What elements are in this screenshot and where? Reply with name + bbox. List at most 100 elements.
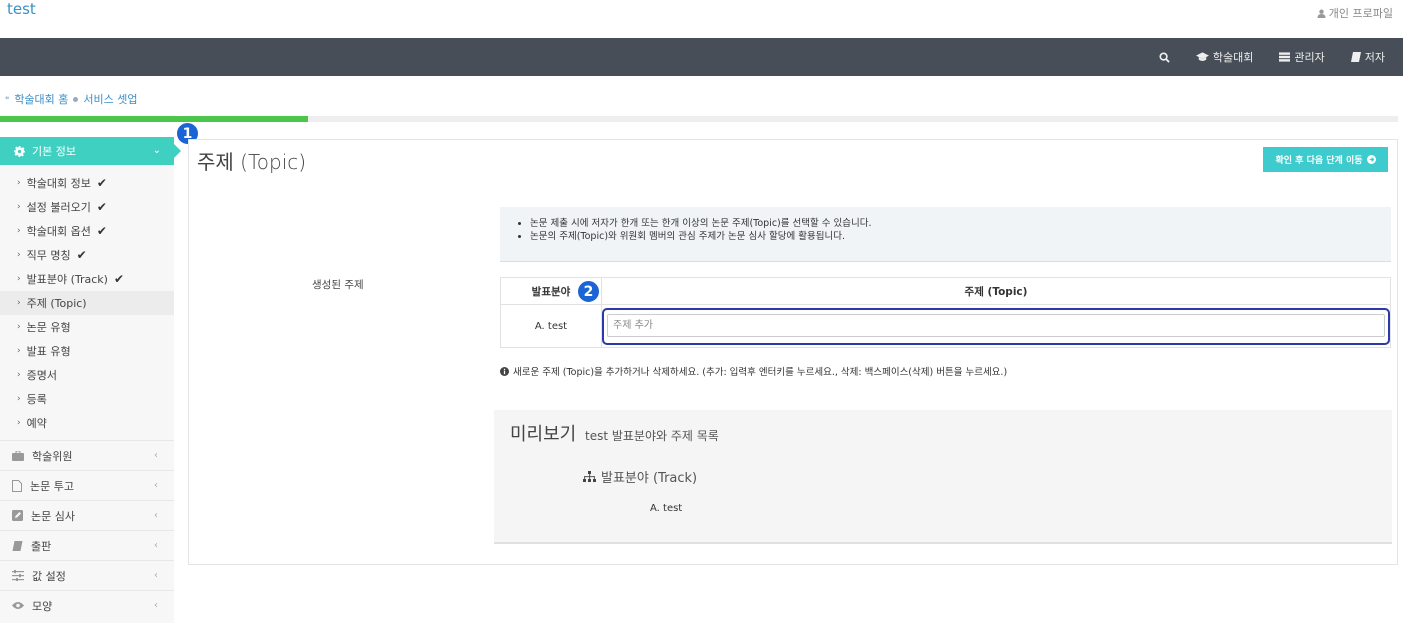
sidebar-group-submission[interactable]: 논문 투고 ‹	[0, 470, 174, 500]
sidebar-group-appearance[interactable]: 모양 ‹	[0, 590, 174, 620]
chevron-right-icon: ›	[17, 322, 21, 332]
step-badge-2: 2	[577, 280, 600, 303]
breadcrumb-home[interactable]: 학술대회 홈	[14, 91, 68, 107]
sidebar-item-label: 설정 불러오기	[26, 201, 91, 214]
sidebar-group-value-settings[interactable]: 값 설정 ‹	[0, 560, 174, 590]
check-icon: ✔	[113, 272, 125, 286]
chevron-left-icon: ‹	[154, 510, 158, 521]
sidebar-item-label: 학술대회 정보	[26, 177, 91, 190]
sidebar-item-label: 예약	[26, 417, 47, 430]
check-icon: ✔	[96, 224, 107, 238]
sidebar-item-label: 증명서	[26, 369, 57, 382]
nav-conference[interactable]: 학술대회	[1195, 49, 1253, 65]
sidebar-group-label: 모양	[32, 599, 53, 613]
sidebar-group-committee[interactable]: 학술위원 ‹	[0, 440, 174, 470]
sidebar-item-label: 발표 유형	[26, 345, 71, 358]
created-topics-label: 생성된 주제	[312, 279, 364, 291]
sidebar-group-label: 학술위원	[32, 449, 73, 463]
sidebar-item-label: 주제 (Topic)	[26, 297, 87, 310]
breadcrumb-separator	[73, 96, 79, 102]
next-step-button[interactable]: 확인 후 다음 단계 이동	[1263, 147, 1388, 172]
check-icon: ✔	[96, 176, 107, 190]
sidebar-group-label: 출판	[31, 539, 52, 553]
sliders-icon	[12, 570, 24, 581]
info-line: 논문 제출 시에 저자가 한개 또는 한개 이상의 논문 주제(Topic)를 …	[530, 217, 1391, 230]
breadcrumb: ❝ 학술대회 홈 서비스 셋업	[5, 91, 138, 107]
sidebar-group-label: 논문 심사	[31, 509, 75, 523]
preview-track-heading: 발표분야 (Track)	[583, 467, 697, 486]
column-header-topic: 주제 (Topic)	[964, 285, 1028, 298]
check-icon: ✔	[96, 200, 107, 214]
sidebar-group-publication[interactable]: 출판 ‹	[0, 530, 174, 560]
preview-title: 미리보기 test 발표분야와 주제 목록	[510, 420, 719, 446]
sidebar-group-label: 논문 투고	[30, 479, 74, 493]
nav-author[interactable]: 저자	[1350, 49, 1385, 65]
file-icon	[12, 479, 22, 492]
arrow-circle-right-icon	[1366, 155, 1376, 164]
help-text-label: 새로운 주제 (Topic)을 추가하거나 삭제하세요. (추가: 입력후 엔터…	[513, 367, 1008, 378]
sidebar-item-presentation-type[interactable]: › 발표 유형	[0, 339, 174, 363]
book-icon	[12, 540, 23, 551]
preview-panel: 미리보기 test 발표분야와 주제 목록 발표분야 (Track) A. te…	[494, 410, 1392, 544]
info-icon	[500, 366, 509, 376]
edit-icon	[12, 510, 23, 521]
setup-progress-bar	[0, 116, 1398, 122]
chevron-right-icon: ›	[17, 394, 21, 404]
sidebar-item-conference-options[interactable]: › 학술대회 옵션 ✔	[0, 219, 174, 243]
chevron-left-icon: ‹	[154, 540, 158, 551]
server-icon	[1279, 52, 1291, 62]
sidebar-item-topic[interactable]: › 주제 (Topic)	[0, 291, 174, 315]
chevron-down-icon: ⌄	[152, 145, 161, 156]
preview-track-heading-label: 발표분야 (Track)	[601, 471, 698, 486]
sidebar-group-label: 값 설정	[32, 569, 66, 583]
profile-link[interactable]: 개인 프로파일	[1317, 5, 1393, 21]
topic-table: 발표분야 주제 (Topic) A. test	[500, 277, 1391, 348]
eye-icon	[12, 602, 24, 609]
chevron-right-icon: ›	[17, 178, 21, 188]
chevron-left-icon: ‹	[154, 570, 158, 581]
page-title: 주제 (Topic)	[197, 150, 307, 174]
app-title[interactable]: test	[7, 0, 36, 18]
main-panel: 주제 (Topic) 확인 후 다음 단계 이동 논문 제출 시에 저자가 한개…	[188, 139, 1398, 565]
chevron-right-icon: ›	[17, 250, 21, 260]
sidebar-section-basic-info[interactable]: 기본 정보 ⌄	[0, 137, 181, 165]
book-icon	[1350, 52, 1361, 62]
sidebar-item-label: 등록	[26, 393, 47, 406]
top-bar: test 개인 프로파일	[0, 0, 1403, 38]
sidebar-item-label: 논문 유형	[26, 321, 71, 334]
sidebar-item-conference-info[interactable]: › 학술대회 정보 ✔	[0, 171, 174, 195]
sidebar-item-job-titles[interactable]: › 직무 명칭 ✔	[0, 243, 174, 267]
nav-author-label: 저자	[1364, 51, 1385, 64]
info-line: 논문의 주제(Topic)와 위원회 멤버의 관심 주제가 논문 심사 할당에 …	[530, 230, 1391, 243]
add-topic-input[interactable]	[607, 314, 1385, 337]
briefcase-icon	[12, 450, 24, 461]
gear-icon	[14, 145, 25, 157]
sidebar: 기본 정보 ⌄ › 학술대회 정보 ✔ › 설정 불러오기 ✔ › 학술대회 옵션 ✔ › 직…	[0, 137, 181, 623]
sidebar-item-load-settings[interactable]: › 설정 불러오기 ✔	[0, 195, 174, 219]
profile-label: 개인 프로파일	[1328, 7, 1393, 20]
check-icon: ✔	[76, 248, 87, 262]
breadcrumb-current[interactable]: 서비스 셋업	[83, 91, 137, 107]
chevron-right-icon: ›	[17, 202, 21, 212]
chevron-right-icon: ›	[17, 226, 21, 236]
preview-subtitle: test 발표분야와 주제 목록	[584, 429, 719, 443]
sidebar-item-label: 학술대회 옵션	[26, 225, 91, 238]
nav-admin-label: 관리자	[1294, 51, 1325, 64]
chevron-right-icon: ›	[17, 418, 21, 428]
preview-track-item: A. test	[650, 503, 683, 514]
help-text: 새로운 주제 (Topic)을 추가하거나 삭제하세요. (추가: 입력후 엔터…	[500, 364, 1007, 378]
sitemap-icon	[583, 471, 596, 482]
sidebar-item-track[interactable]: › 발표분야 (Track) ✔	[0, 267, 174, 291]
sidebar-item-registration[interactable]: › 등록	[0, 387, 174, 411]
sidebar-item-certificate[interactable]: › 증명서	[0, 363, 174, 387]
sidebar-item-label: 직무 명칭	[26, 249, 71, 262]
chevron-right-icon: ›	[17, 274, 21, 284]
nav-search[interactable]	[1159, 51, 1170, 63]
table-header-row: 발표분야 주제 (Topic)	[501, 278, 1390, 305]
home-icon: ❝	[5, 94, 10, 104]
sidebar-sub-list: › 학술대회 정보 ✔ › 설정 불러오기 ✔ › 학술대회 옵션 ✔ › 직무 명칭 ✔ › 발…	[0, 165, 174, 435]
sidebar-item-reservation[interactable]: › 예약	[0, 411, 174, 435]
sidebar-item-paper-type[interactable]: › 논문 유형	[0, 315, 174, 339]
nav-admin[interactable]: 관리자	[1279, 49, 1325, 65]
sidebar-group-review[interactable]: 논문 심사 ‹	[0, 500, 174, 530]
